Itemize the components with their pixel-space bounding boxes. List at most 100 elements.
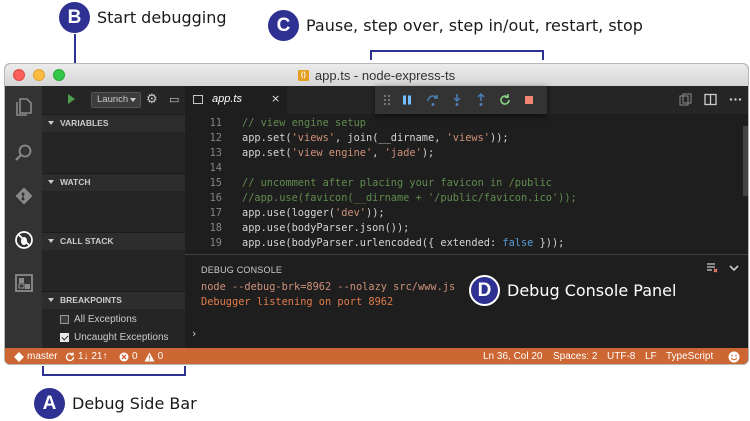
- section-breakpoints[interactable]: BREAKPOINTS: [42, 291, 185, 309]
- close-icon[interactable]: ×: [271, 92, 280, 105]
- section-call-stack[interactable]: CALL STACK: [42, 232, 185, 250]
- chevron-down-icon: [48, 180, 54, 184]
- problems-status[interactable]: 0 0: [119, 348, 164, 364]
- activity-bar: [5, 86, 42, 348]
- sync-status[interactable]: 1↓ 21↑: [65, 348, 108, 364]
- callout-text-c: Pause, step over, step in/out, restart, …: [306, 16, 643, 35]
- more-actions-icon[interactable]: [729, 93, 742, 106]
- callout-a: A Debug Side Bar: [34, 388, 197, 419]
- open-changes-icon[interactable]: [679, 93, 692, 106]
- warning-count: 0: [157, 351, 164, 362]
- code-text: // view engine setup: [242, 117, 366, 129]
- minimize-window-button[interactable]: [33, 69, 45, 81]
- chevron-right-icon[interactable]: ›: [192, 327, 196, 340]
- code-text: // uncomment after placing your favicon …: [242, 177, 552, 189]
- callout-text-a: Debug Side Bar: [72, 394, 197, 413]
- code-text: app.use(bodyParser.json());: [242, 222, 410, 234]
- code-text: app.set('views', join(__dirname, 'views'…: [242, 132, 509, 144]
- warning-icon: [144, 352, 155, 362]
- error-icon: [119, 352, 129, 362]
- chevron-down-icon: [48, 298, 54, 302]
- breakpoint-all-exceptions[interactable]: All Exceptions: [60, 311, 137, 327]
- console-line: Debugger listening on port 8962: [201, 296, 394, 308]
- step-out-icon[interactable]: [473, 92, 489, 108]
- tab-label: app.ts: [212, 93, 242, 105]
- window-controls: [13, 69, 65, 81]
- sync-counts: 1↓ 21↑: [78, 351, 108, 362]
- debug-side-bar: Launch ⚙ ▭ VARIABLES WATCH CALL STACK BR…: [42, 86, 185, 348]
- split-editor-icon[interactable]: [704, 93, 717, 106]
- explorer-icon[interactable]: [11, 94, 36, 119]
- section-variables[interactable]: VARIABLES: [42, 114, 185, 132]
- feedback-smiley-icon[interactable]: [728, 351, 740, 363]
- sync-icon: [65, 352, 75, 362]
- close-window-button[interactable]: [13, 69, 25, 81]
- editor-actions: [679, 93, 742, 106]
- callout-text-d: Debug Console Panel: [507, 281, 677, 300]
- line-number: 14: [209, 162, 222, 174]
- clear-console-icon[interactable]: [706, 262, 718, 274]
- search-icon[interactable]: [11, 140, 36, 165]
- typescript-file-icon: ⟨⟩: [297, 69, 309, 81]
- git-icon[interactable]: [11, 183, 36, 208]
- callout-c: C Pause, step over, step in/out, restart…: [268, 10, 643, 41]
- language-status[interactable]: TypeScript: [666, 348, 713, 364]
- indentation-status[interactable]: Spaces: 2: [553, 348, 597, 364]
- debug-toolbar: [375, 86, 547, 114]
- debug-icon[interactable]: [11, 227, 36, 252]
- restart-icon[interactable]: [497, 92, 513, 108]
- checkbox-uncaught-exceptions[interactable]: [60, 332, 69, 342]
- encoding-status[interactable]: UTF-8: [607, 348, 635, 364]
- code-text: app.set('view engine', 'jade');: [242, 147, 435, 159]
- callout-d: D Debug Console Panel: [469, 275, 676, 306]
- panel-title: DEBUG CONSOLE: [201, 265, 283, 275]
- checkbox-all-exceptions[interactable]: [60, 314, 69, 324]
- callout-badge-d: D: [469, 275, 500, 306]
- chevron-down-icon: [48, 239, 54, 243]
- tab-app-ts[interactable]: app.ts ×: [185, 86, 287, 114]
- line-number: 17: [209, 207, 222, 219]
- callout-c-bracket: [370, 50, 544, 60]
- gear-icon[interactable]: ⚙: [146, 92, 158, 108]
- console-line: node --debug-brk=8962 --nolazy src/www.j…: [201, 281, 456, 293]
- file-icon: [193, 95, 203, 104]
- step-into-icon[interactable]: [449, 92, 465, 108]
- code-text: app.use(logger('dev'));: [242, 207, 385, 219]
- title-bar: ⟨⟩ app.ts - node-express-ts: [5, 64, 748, 86]
- chevron-down-icon: [130, 98, 136, 102]
- debug-console-toggle-icon[interactable]: ▭: [169, 92, 179, 108]
- chevron-down-icon: [48, 121, 54, 125]
- launch-configuration-label: Launch: [97, 94, 129, 105]
- error-count: 0: [132, 351, 138, 362]
- chevron-down-icon[interactable]: [728, 262, 740, 274]
- breakpoint-label: All Exceptions: [74, 313, 137, 325]
- stop-icon[interactable]: [521, 92, 537, 108]
- breakpoint-uncaught-exceptions[interactable]: Uncaught Exceptions: [60, 329, 169, 345]
- branch-status[interactable]: master: [14, 348, 58, 364]
- start-debugging-icon[interactable]: [68, 94, 75, 104]
- section-variables-label: VARIABLES: [60, 118, 109, 128]
- line-number: 18: [209, 222, 222, 234]
- window-title-text: app.ts - node-express-ts: [314, 67, 456, 83]
- maximize-window-button[interactable]: [53, 69, 65, 81]
- code-editor[interactable]: 11 // view engine setup 12 app.set('views'…: [185, 114, 748, 254]
- section-breakpoints-label: BREAKPOINTS: [60, 295, 122, 305]
- section-watch-label: WATCH: [60, 177, 91, 187]
- launch-configuration-select[interactable]: Launch: [91, 92, 141, 108]
- panel-actions: [706, 262, 740, 274]
- cursor-position[interactable]: Ln 36, Col 20: [483, 348, 543, 364]
- section-watch[interactable]: WATCH: [42, 173, 185, 191]
- line-number: 16: [209, 192, 222, 204]
- drag-handle-icon[interactable]: [379, 92, 395, 108]
- code-text: //app.use(favicon(__dirname + '/public/f…: [242, 192, 577, 204]
- callout-text-b: Start debugging: [97, 8, 227, 27]
- extensions-icon[interactable]: [11, 270, 36, 295]
- editor-scrollbar[interactable]: [743, 126, 748, 196]
- editor-group: app.ts × 11 // view engine setup 12 app.…: [185, 86, 748, 348]
- step-over-icon[interactable]: [425, 92, 441, 108]
- line-number: 12: [209, 132, 222, 144]
- line-number: 15: [209, 177, 222, 189]
- callout-a-bracket: [42, 366, 186, 376]
- eol-status[interactable]: LF: [645, 348, 657, 364]
- pause-icon[interactable]: [399, 92, 415, 108]
